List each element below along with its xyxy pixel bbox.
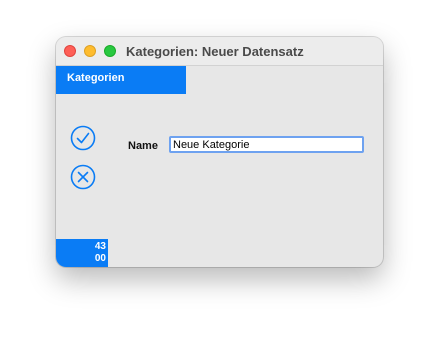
record-counter: 43 00 <box>56 239 108 267</box>
window-title: Kategorien: Neuer Datensatz <box>126 44 304 59</box>
tab-kategorien[interactable]: Kategorien <box>56 66 186 94</box>
counter-line-2: 00 <box>94 253 106 264</box>
cancel-button[interactable] <box>70 164 96 190</box>
minimize-window-button[interactable] <box>84 45 96 57</box>
close-window-button[interactable] <box>64 45 76 57</box>
dialog-window: Kategorien: Neuer Datensatz Kategorien N… <box>56 37 383 267</box>
x-circle-icon <box>70 164 96 190</box>
confirm-button[interactable] <box>70 125 96 151</box>
zoom-window-button[interactable] <box>104 45 116 57</box>
checkmark-circle-icon <box>70 125 96 151</box>
counter-line-1: 43 <box>94 241 106 252</box>
name-input[interactable] <box>169 136 364 153</box>
name-label: Name <box>128 140 158 152</box>
title-bar[interactable]: Kategorien: Neuer Datensatz <box>56 37 383 66</box>
